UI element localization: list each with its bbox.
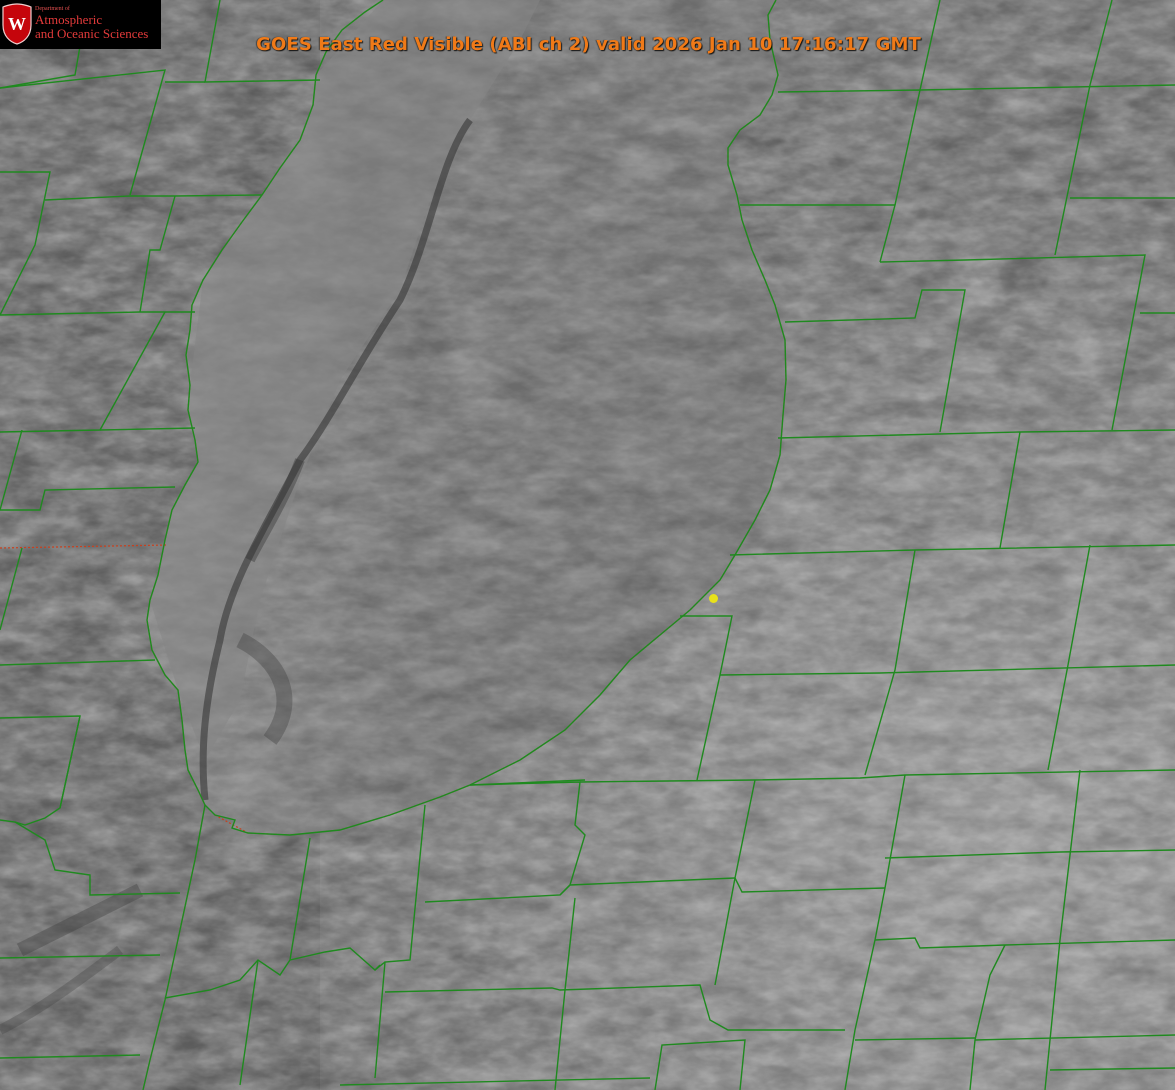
satellite-map-view: W Department of Atmospheric and Oceanic …: [0, 0, 1175, 1090]
logo-name-line1: Atmospheric: [35, 12, 103, 27]
image-title: GOES East Red Visible (ABI ch 2) valid 2…: [0, 34, 1175, 55]
satellite-image: [0, 0, 1175, 1090]
image-title-text: GOES East Red Visible (ABI ch 2) valid 2…: [256, 34, 921, 55]
location-marker: [709, 594, 718, 603]
svg-text:W: W: [8, 14, 26, 34]
